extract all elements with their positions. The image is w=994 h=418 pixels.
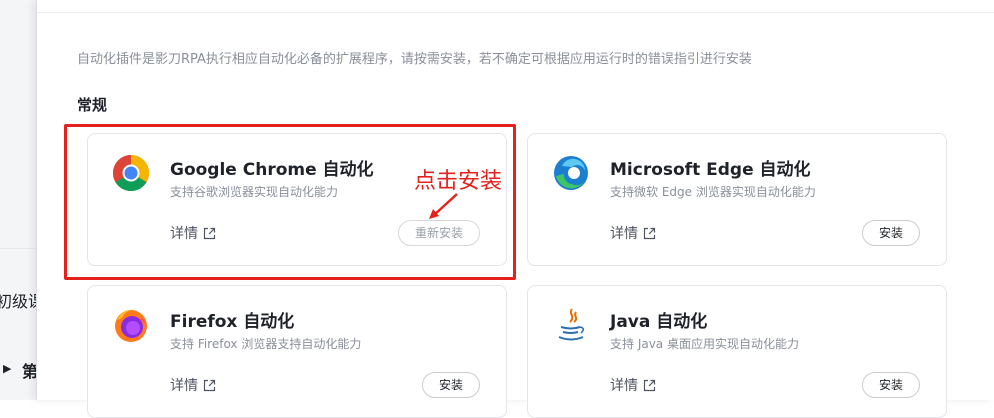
annotation-text: 点击安装 bbox=[414, 169, 503, 194]
firefox-icon bbox=[112, 306, 150, 344]
plugin-description: 支持谷歌浏览器实现自动化能力 bbox=[170, 185, 339, 199]
header-divider bbox=[37, 12, 994, 13]
java-icon bbox=[552, 306, 590, 344]
detail-link[interactable]: 详情 bbox=[610, 223, 656, 243]
detail-link[interactable]: 详情 bbox=[170, 223, 216, 243]
install-button[interactable]: 安装 bbox=[861, 372, 920, 398]
plugin-description: 支持微软 Edge 浏览器实现自动化能力 bbox=[610, 185, 816, 199]
detail-link[interactable]: 详情 bbox=[170, 375, 216, 395]
annotation-arrow-icon bbox=[429, 193, 458, 219]
install-button[interactable]: 安装 bbox=[861, 220, 920, 246]
plugin-title: Google Chrome 自动化 bbox=[170, 160, 374, 180]
plugin-title: Java 自动化 bbox=[610, 312, 708, 332]
external-link-icon bbox=[643, 227, 656, 239]
external-link-icon bbox=[203, 227, 216, 239]
expand-triangle-icon: ▶ bbox=[3, 362, 12, 375]
section-title: 常规 bbox=[77, 96, 108, 114]
background-chapter-text: 第 bbox=[22, 362, 36, 381]
detail-label: 详情 bbox=[610, 378, 638, 394]
intro-text: 自动化插件是影刀RPA执行相应自动化必备的扩展程序，请按需安装，若不确定可根据应… bbox=[77, 52, 752, 67]
detail-label: 详情 bbox=[170, 378, 198, 394]
detail-label: 详情 bbox=[170, 226, 198, 242]
plugin-description: 支持 Firefox 浏览器支持自动化能力 bbox=[170, 337, 362, 351]
reinstall-button[interactable]: 重新安装 bbox=[397, 220, 480, 246]
plugin-card-firefox: Firefox 自动化 支持 Firefox 浏览器支持自动化能力 详情 安装 bbox=[87, 285, 507, 418]
external-link-icon bbox=[643, 379, 656, 391]
background-window: 初级课 ▶ 第 bbox=[0, 0, 36, 400]
plugin-card-java: Java 自动化 支持 Java 桌面应用实现自动化能力 详情 安装 bbox=[527, 285, 947, 418]
detail-link[interactable]: 详情 bbox=[610, 375, 656, 395]
detail-label: 详情 bbox=[610, 226, 638, 242]
external-link-icon bbox=[203, 379, 216, 391]
background-course-text: 初级课 bbox=[0, 292, 36, 311]
chrome-icon bbox=[112, 154, 150, 192]
plugin-description: 支持 Java 桌面应用实现自动化能力 bbox=[610, 337, 799, 351]
install-button[interactable]: 安装 bbox=[421, 372, 480, 398]
plugin-title: Microsoft Edge 自动化 bbox=[610, 160, 811, 180]
edge-icon bbox=[552, 154, 590, 192]
plugin-title: Firefox 自动化 bbox=[170, 312, 295, 332]
background-divider bbox=[0, 248, 36, 249]
plugin-card-edge: Microsoft Edge 自动化 支持微软 Edge 浏览器实现自动化能力 … bbox=[527, 133, 947, 266]
plugin-panel: 自动化插件是影刀RPA执行相应自动化必备的扩展程序，请按需安装，若不确定可根据应… bbox=[36, 0, 994, 418]
